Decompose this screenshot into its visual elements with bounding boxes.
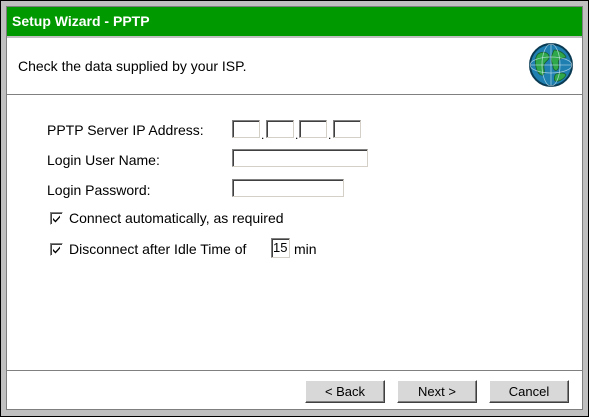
title-bar: Setup Wizard - PPTP: [7, 7, 582, 38]
login-user-field[interactable]: [232, 149, 368, 167]
connect-auto-label: Connect automatically, as required: [69, 210, 284, 226]
checkmark-icon: [53, 215, 60, 223]
ip-separator-1: .: [261, 128, 265, 142]
connect-auto-checkbox[interactable]: [50, 212, 63, 225]
disconnect-idle-label: Disconnect after Idle Time of: [69, 241, 247, 257]
idle-time-field[interactable]: 15: [271, 238, 290, 258]
ip-separator-2: .: [295, 128, 299, 142]
globe-icon: [528, 42, 574, 88]
disconnect-idle-checkbox[interactable]: [50, 243, 63, 256]
cancel-button[interactable]: Cancel: [489, 380, 569, 403]
header-divider: [7, 94, 582, 96]
window-title: Setup Wizard - PPTP: [12, 13, 150, 29]
footer-divider: [7, 370, 582, 372]
wizard-window: Setup Wizard - PPTP Check the data suppl…: [0, 0, 589, 417]
idle-time-unit: min: [294, 241, 317, 257]
server-ip-label: PPTP Server IP Address:: [47, 122, 204, 138]
login-user-label: Login User Name:: [47, 152, 160, 168]
login-password-field[interactable]: [232, 179, 344, 197]
login-password-label: Login Password:: [47, 182, 151, 198]
wizard-panel: Setup Wizard - PPTP Check the data suppl…: [6, 6, 583, 410]
ip-separator-3: .: [328, 128, 332, 142]
server-ip-octet-3[interactable]: [299, 120, 327, 138]
checkmark-icon: [53, 246, 60, 254]
server-ip-octet-1[interactable]: [232, 120, 260, 138]
instruction-text: Check the data supplied by your ISP.: [18, 58, 247, 74]
server-ip-octet-4[interactable]: [333, 120, 361, 138]
back-button[interactable]: < Back: [305, 380, 385, 403]
server-ip-octet-2[interactable]: [266, 120, 294, 138]
next-button[interactable]: Next >: [397, 380, 477, 403]
